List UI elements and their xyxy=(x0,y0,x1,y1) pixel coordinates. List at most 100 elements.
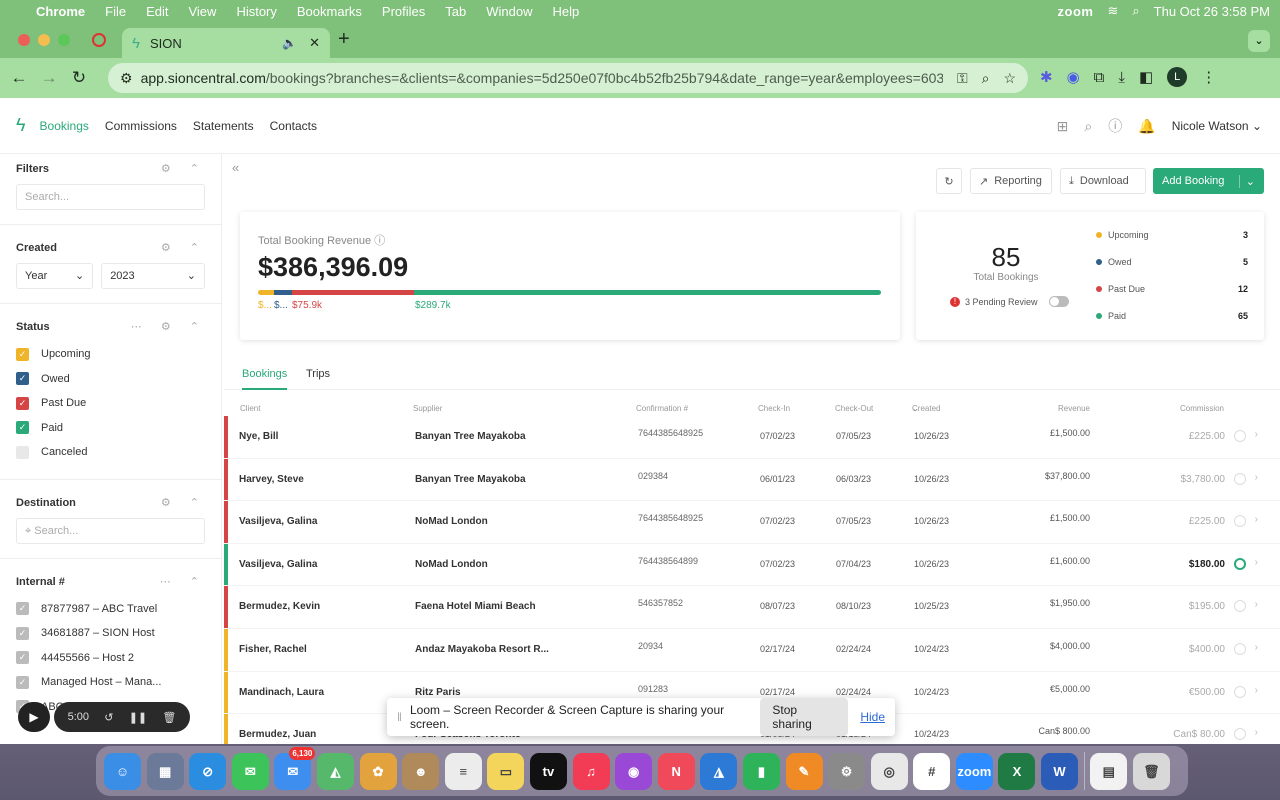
menu-window[interactable]: Window xyxy=(486,4,532,19)
profile-avatar[interactable]: L xyxy=(1167,67,1188,87)
add-booking-button[interactable]: Add Booking ⌄ xyxy=(1153,168,1264,194)
hide-button[interactable]: Hide xyxy=(860,710,885,724)
dock-podcasts-icon[interactable]: ◉ xyxy=(615,752,653,790)
paid-status-circle-icon[interactable] xyxy=(1234,472,1246,485)
browser-tab[interactable]: ϟ SION 🔈 ✕ xyxy=(122,28,330,58)
internal-filter-item[interactable]: ✓ 34681887 – SION Host xyxy=(16,621,205,646)
menu-view[interactable]: View xyxy=(188,4,216,19)
nav-contacts[interactable]: Contacts xyxy=(270,119,317,133)
stop-sharing-button[interactable]: Stop sharing xyxy=(760,698,849,736)
col-revenue[interactable]: Revenue xyxy=(1058,404,1090,413)
key-icon[interactable]: ⚿ xyxy=(957,70,968,87)
paid-status-circle-icon[interactable] xyxy=(1234,515,1246,528)
bookmark-star-icon[interactable]: ☆ xyxy=(1003,70,1016,87)
filters-search-input[interactable]: Search... xyxy=(16,184,205,210)
dock-reminders-icon[interactable]: ≡ xyxy=(444,752,482,790)
gift-icon[interactable]: ⊞ xyxy=(1057,118,1069,135)
chevron-right-icon[interactable]: › xyxy=(1255,599,1258,610)
destination-search-input[interactable]: ⌖ Search... xyxy=(16,517,205,544)
checkbox-icon[interactable] xyxy=(16,445,29,459)
legend-upcoming[interactable]: Upcoming 3 xyxy=(1096,228,1248,242)
pending-toggle[interactable] xyxy=(1048,296,1069,307)
menu-edit[interactable]: Edit xyxy=(146,4,168,19)
nav-commissions[interactable]: Commissions xyxy=(105,119,177,133)
download-icon[interactable]: ⤓ xyxy=(1118,69,1125,86)
dock-tv-icon[interactable]: tv xyxy=(529,752,567,790)
collapse-sidebar-icon[interactable]: « xyxy=(232,160,239,175)
menu-file[interactable]: File xyxy=(105,4,126,19)
checkbox-icon[interactable]: ✓ xyxy=(16,651,29,665)
datetime[interactable]: Thu Oct 26 3:58 PM xyxy=(1154,4,1270,19)
refresh-button[interactable]: ↻ xyxy=(936,168,962,194)
wifi-icon[interactable]: ≋ xyxy=(1107,3,1118,19)
puzzle-icon[interactable]: ⧉ xyxy=(1094,69,1105,86)
internal-filter-item[interactable]: ✓ Managed Host – Mana... xyxy=(16,670,205,695)
paid-status-circle-icon[interactable] xyxy=(1234,600,1246,613)
camera-icon[interactable]: ▶ xyxy=(18,702,50,732)
chevron-right-icon[interactable]: › xyxy=(1255,685,1258,696)
internal-tools-icon[interactable]: ⋯ ⌃ xyxy=(160,575,207,588)
paid-status-circle-icon[interactable] xyxy=(1234,643,1246,655)
status-filter-owed[interactable]: ✓ Owed xyxy=(16,367,205,392)
dock-pages-icon[interactable]: ✎ xyxy=(785,752,823,790)
status-tools-icon[interactable]: ⋯ ⚙ ⌃ xyxy=(131,320,207,333)
nav-statements[interactable]: Statements xyxy=(193,119,254,133)
table-row[interactable]: Vasiljeva, Galina NoMad London 76443856489… xyxy=(224,501,1280,544)
legend-past-due[interactable]: Past Due 12 xyxy=(1096,282,1248,296)
menu-profiles[interactable]: Profiles xyxy=(382,4,425,19)
reporting-button[interactable]: ↗ Reporting xyxy=(970,168,1052,194)
dock-mail-icon[interactable]: ✉ 6,130 xyxy=(274,746,316,790)
paid-status-circle-icon[interactable] xyxy=(1234,557,1246,570)
settings-icon[interactable]: ⚙ ⌃ xyxy=(161,162,207,175)
dock-notes-icon[interactable]: ▭ xyxy=(487,752,525,790)
dock-document-icon[interactable]: ▤ xyxy=(1090,752,1128,790)
col-confirmation[interactable]: Confirmation # xyxy=(636,404,688,413)
checkbox-icon[interactable]: ✓ xyxy=(16,421,29,435)
dock-news-icon[interactable]: N xyxy=(657,752,695,790)
settings-icon[interactable]: ⚙ ⌃ xyxy=(161,241,207,254)
col-supplier[interactable]: Supplier xyxy=(413,404,442,413)
dock-maps-icon[interactable]: ◭ xyxy=(316,752,354,790)
table-row[interactable]: Nye, Bill Banyan Tree Mayakoba 76443856489… xyxy=(224,416,1280,459)
checkbox-icon[interactable]: ✓ xyxy=(16,675,29,689)
menu-app-name[interactable]: Chrome xyxy=(36,4,85,19)
dock-settings-icon[interactable]: ⚙ xyxy=(828,752,866,790)
paid-status-circle-icon[interactable] xyxy=(1234,685,1246,698)
status-filter-past-due[interactable]: ✓ Past Due xyxy=(16,391,205,416)
pause-icon[interactable]: ❚❚ xyxy=(129,711,147,724)
dock-finder-icon[interactable]: ☺ xyxy=(104,752,141,790)
drag-handle-icon[interactable]: ‖ xyxy=(397,710,402,724)
site-info-icon[interactable]: ⚙ xyxy=(120,70,133,87)
address-bar[interactable]: ⚙ app.sioncentral.com/bookings?branches=… xyxy=(108,63,1028,93)
col-created[interactable]: Created ⌄ xyxy=(912,404,940,413)
chevron-right-icon[interactable]: › xyxy=(1255,514,1258,525)
menu-kebab-icon[interactable]: ⋮ xyxy=(1201,68,1216,86)
zoom-lens-icon[interactable]: ⌕ xyxy=(982,70,990,87)
dock-messages-icon[interactable]: ✉ xyxy=(231,752,269,790)
tab-search-chevron-icon[interactable]: ⌄ xyxy=(1248,30,1270,52)
col-checkout[interactable]: Check-Out xyxy=(835,404,873,413)
paid-status-circle-icon[interactable] xyxy=(1234,430,1246,442)
dock-slack-icon[interactable]: # xyxy=(913,752,951,790)
status-filter-paid[interactable]: ✓ Paid xyxy=(16,416,205,441)
chevron-right-icon[interactable]: › xyxy=(1255,429,1258,440)
checkbox-icon[interactable]: ✓ xyxy=(16,347,29,361)
zoom-status-icon[interactable]: zoom xyxy=(1058,4,1094,19)
chevron-right-icon[interactable]: › xyxy=(1255,557,1258,568)
dock-trash-icon[interactable]: 🗑 xyxy=(1132,752,1170,790)
reload-icon[interactable]: ↻ xyxy=(64,68,94,88)
trash-icon[interactable]: 🗑 xyxy=(162,711,176,724)
close-tab-icon[interactable]: ✕ xyxy=(309,35,320,51)
settings-icon[interactable]: ⚙ ⌃ xyxy=(161,496,207,509)
checkbox-icon[interactable]: ✓ xyxy=(16,626,29,640)
checkbox-icon[interactable]: ✓ xyxy=(16,602,29,616)
search-icon[interactable]: ⌕ xyxy=(1084,118,1092,135)
checkbox-icon[interactable]: ✓ xyxy=(16,372,29,386)
legend-owed[interactable]: Owed 5 xyxy=(1096,255,1248,269)
sidepanel-icon[interactable]: ◧ xyxy=(1139,68,1153,86)
forward-icon[interactable]: → xyxy=(34,68,64,88)
legend-paid[interactable]: Paid 65 xyxy=(1096,309,1248,323)
bell-icon[interactable]: 🔔 xyxy=(1138,118,1155,135)
help-icon[interactable]: ⓘ xyxy=(1108,116,1122,136)
status-filter-upcoming[interactable]: ✓ Upcoming xyxy=(16,342,205,367)
